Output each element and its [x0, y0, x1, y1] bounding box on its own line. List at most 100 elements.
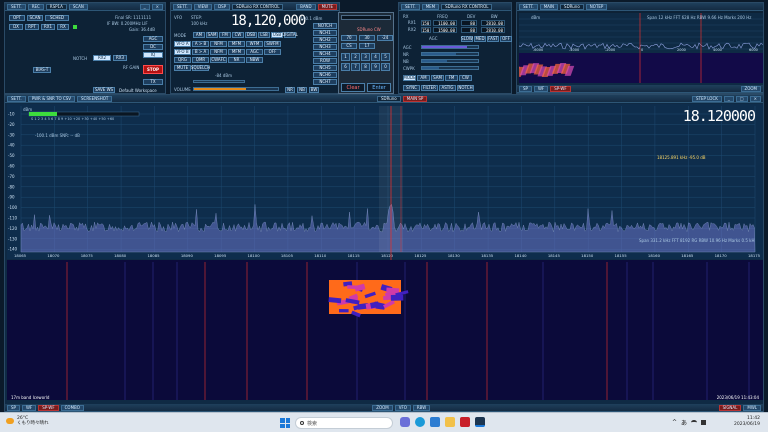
chat-icon[interactable] [400, 417, 410, 427]
rx2-cell-0-4[interactable]: 2810.00 [481, 20, 505, 26]
minimize-icon[interactable]: _ [723, 95, 734, 102]
pwr-snr-csv-button[interactable]: PWR & SNR TO CSV [27, 95, 76, 102]
mode-digital-button[interactable]: DIGITAL [282, 32, 298, 38]
dx-button[interactable]: DX [9, 24, 23, 30]
ime-indicator[interactable]: あ [681, 418, 687, 427]
rx2-slider-3[interactable] [421, 66, 479, 70]
sched-button[interactable]: SCHED [45, 15, 69, 21]
rx-row5-btn-0[interactable]: MUTE [174, 65, 191, 71]
rx-row3-btn-1[interactable]: B > A [192, 49, 209, 55]
explorer-icon[interactable] [445, 417, 455, 427]
bw-button[interactable]: BW [309, 87, 319, 93]
tab-wf[interactable]: WF [21, 404, 37, 411]
rx-row4-btn-4[interactable]: NBW [246, 57, 263, 63]
tab-settings[interactable]: SETT. [7, 3, 26, 10]
agc-fast-button[interactable]: FAST [487, 36, 499, 42]
save-workspace-button[interactable]: SAVE WS [93, 87, 115, 93]
rx2-lower-sync[interactable]: SYNC [403, 85, 420, 91]
device-select[interactable]: RSP1A [45, 3, 67, 10]
rx-row2-btn-0[interactable]: VFO A [174, 41, 191, 47]
tab-sp[interactable]: SP [7, 404, 20, 411]
cw-value-3[interactable]: CS [341, 43, 357, 49]
mode-dsb-button[interactable]: DSB [245, 32, 257, 38]
weather-widget[interactable]: 26°C くもり時々晴れ [6, 416, 49, 426]
tab-sp-wf[interactable]: SP-WF [38, 404, 59, 411]
tab-sp[interactable]: SP [519, 85, 532, 92]
mode-lsb-button[interactable]: LSB [258, 32, 270, 38]
keypad-key-7[interactable]: 7 [351, 63, 360, 71]
rx2-cell-1-2[interactable]: 1500.00 [433, 27, 457, 33]
rx-row3-btn-4[interactable]: AGC [246, 49, 263, 55]
rx-right-btn-7[interactable]: NCH6 [313, 72, 337, 78]
rx2-lower-notch[interactable]: NOTCH [457, 85, 474, 91]
rx-right-btn-0[interactable]: NOTCH [313, 23, 337, 29]
keypad-key-6[interactable]: 6 [341, 63, 350, 71]
nr-button[interactable]: NR [285, 87, 295, 93]
rx-row2-btn-3[interactable]: MFM [228, 41, 245, 47]
rx-right-btn-3[interactable]: NCH3 [313, 44, 337, 50]
rx-row5-btn-1[interactable]: SQUELCH [191, 65, 210, 71]
zoom-button[interactable]: ZOOM [740, 85, 761, 92]
rx-button[interactable]: RX [57, 24, 69, 30]
agc-button[interactable]: AGC [143, 36, 163, 42]
zoom-button[interactable]: ZOOM [372, 404, 393, 411]
mode-am-button[interactable]: AM [193, 32, 205, 38]
tab-mute[interactable]: MUTE [317, 3, 337, 10]
tab-view[interactable]: VIEW [193, 3, 213, 10]
close-icon[interactable]: × [749, 95, 762, 102]
rx-row4-btn-0[interactable]: QRG [174, 57, 191, 63]
stop-button[interactable]: STOP [143, 65, 163, 74]
sdruno-icon[interactable] [475, 417, 485, 427]
tab-settings[interactable]: SETT. [401, 3, 420, 10]
squelch-slider[interactable] [193, 80, 245, 83]
rpt-button[interactable]: RPT [25, 24, 39, 30]
signal-button[interactable]: SIGNAL [718, 404, 742, 411]
rx2-slider-2[interactable] [421, 59, 479, 63]
screenshot-button[interactable]: SCREENSHOT [77, 95, 113, 102]
keypad-key-0[interactable]: 0 [381, 63, 390, 71]
keypad-key-enter[interactable]: Enter [367, 83, 391, 92]
start-button[interactable] [280, 418, 290, 428]
tab-main[interactable]: MAIN [539, 3, 559, 10]
rx2-lower-filter[interactable]: FILTER [421, 85, 438, 91]
tab-mem[interactable]: MEM [421, 3, 440, 10]
tab-settings[interactable]: SETT. [173, 3, 192, 10]
step-lock-button[interactable]: STEP LOCK [692, 95, 722, 102]
tab-combo[interactable]: COMBO [60, 404, 84, 411]
keypad-key-3[interactable]: 3 [361, 53, 370, 61]
rx2-cell-0-2[interactable]: 1100.00 [433, 20, 457, 26]
mini-spectrum-chart[interactable]: -6000 -4000 -2000 0 2000 4000 6000 [519, 13, 763, 85]
rx-right-btn-5[interactable]: ROW [313, 58, 337, 64]
rx2-cell-0-1[interactable]: 150 [421, 20, 431, 26]
rx2-lower-astig[interactable]: ASTIG [439, 85, 456, 91]
rx2-button[interactable]: RX2 [93, 55, 111, 61]
minimize-icon[interactable]: _ [139, 3, 150, 10]
keypad-key-clear[interactable]: Clear [341, 83, 365, 92]
rx2-slider-0[interactable] [421, 45, 479, 49]
rx2-mode-sam[interactable]: SAM [431, 75, 444, 81]
maximize-icon[interactable]: □ [735, 95, 748, 102]
rx2-cell-1-1[interactable]: 150 [421, 27, 431, 33]
rx-row4-btn-1[interactable]: QMR [192, 57, 209, 63]
rx-row4-btn-2[interactable]: CWAFC [210, 57, 227, 63]
tab-rec[interactable]: REC [27, 3, 44, 10]
tab-settings[interactable]: SETT. [519, 3, 538, 10]
rx-right-btn-8[interactable]: NCH7 [313, 79, 337, 85]
dc-button[interactable]: DC [143, 44, 163, 50]
rx-row2-btn-2[interactable]: NFM [210, 41, 227, 47]
mode-fm-button[interactable]: FM [219, 32, 231, 38]
rbw-button[interactable]: RBW [412, 404, 431, 411]
tab-wf[interactable]: WF [533, 85, 549, 92]
rx2-mode-fm[interactable]: FM [445, 75, 458, 81]
rx-row2-btn-5[interactable]: SWFM [264, 41, 281, 47]
bias-t-button[interactable]: BIAS-T [33, 67, 51, 73]
rx2-cell-1-3[interactable]: 80 [461, 27, 477, 33]
tab-band[interactable]: BAND [296, 3, 316, 10]
keypad-key-1[interactable]: 1 [341, 53, 350, 61]
nb-button[interactable]: NB [297, 87, 307, 93]
rx-right-btn-2[interactable]: NCH2 [313, 37, 337, 43]
keypad-key-4[interactable]: 4 [371, 53, 380, 61]
rx2-mode-mode[interactable]: MODE [403, 75, 416, 81]
rx-row3-btn-0[interactable]: VFO B [174, 49, 191, 55]
main-spectrum-chart[interactable]: -10 -20 -30 -40 -50 -60 -70 -80 -90 -100 -110 -120 -… [7, 104, 763, 404]
